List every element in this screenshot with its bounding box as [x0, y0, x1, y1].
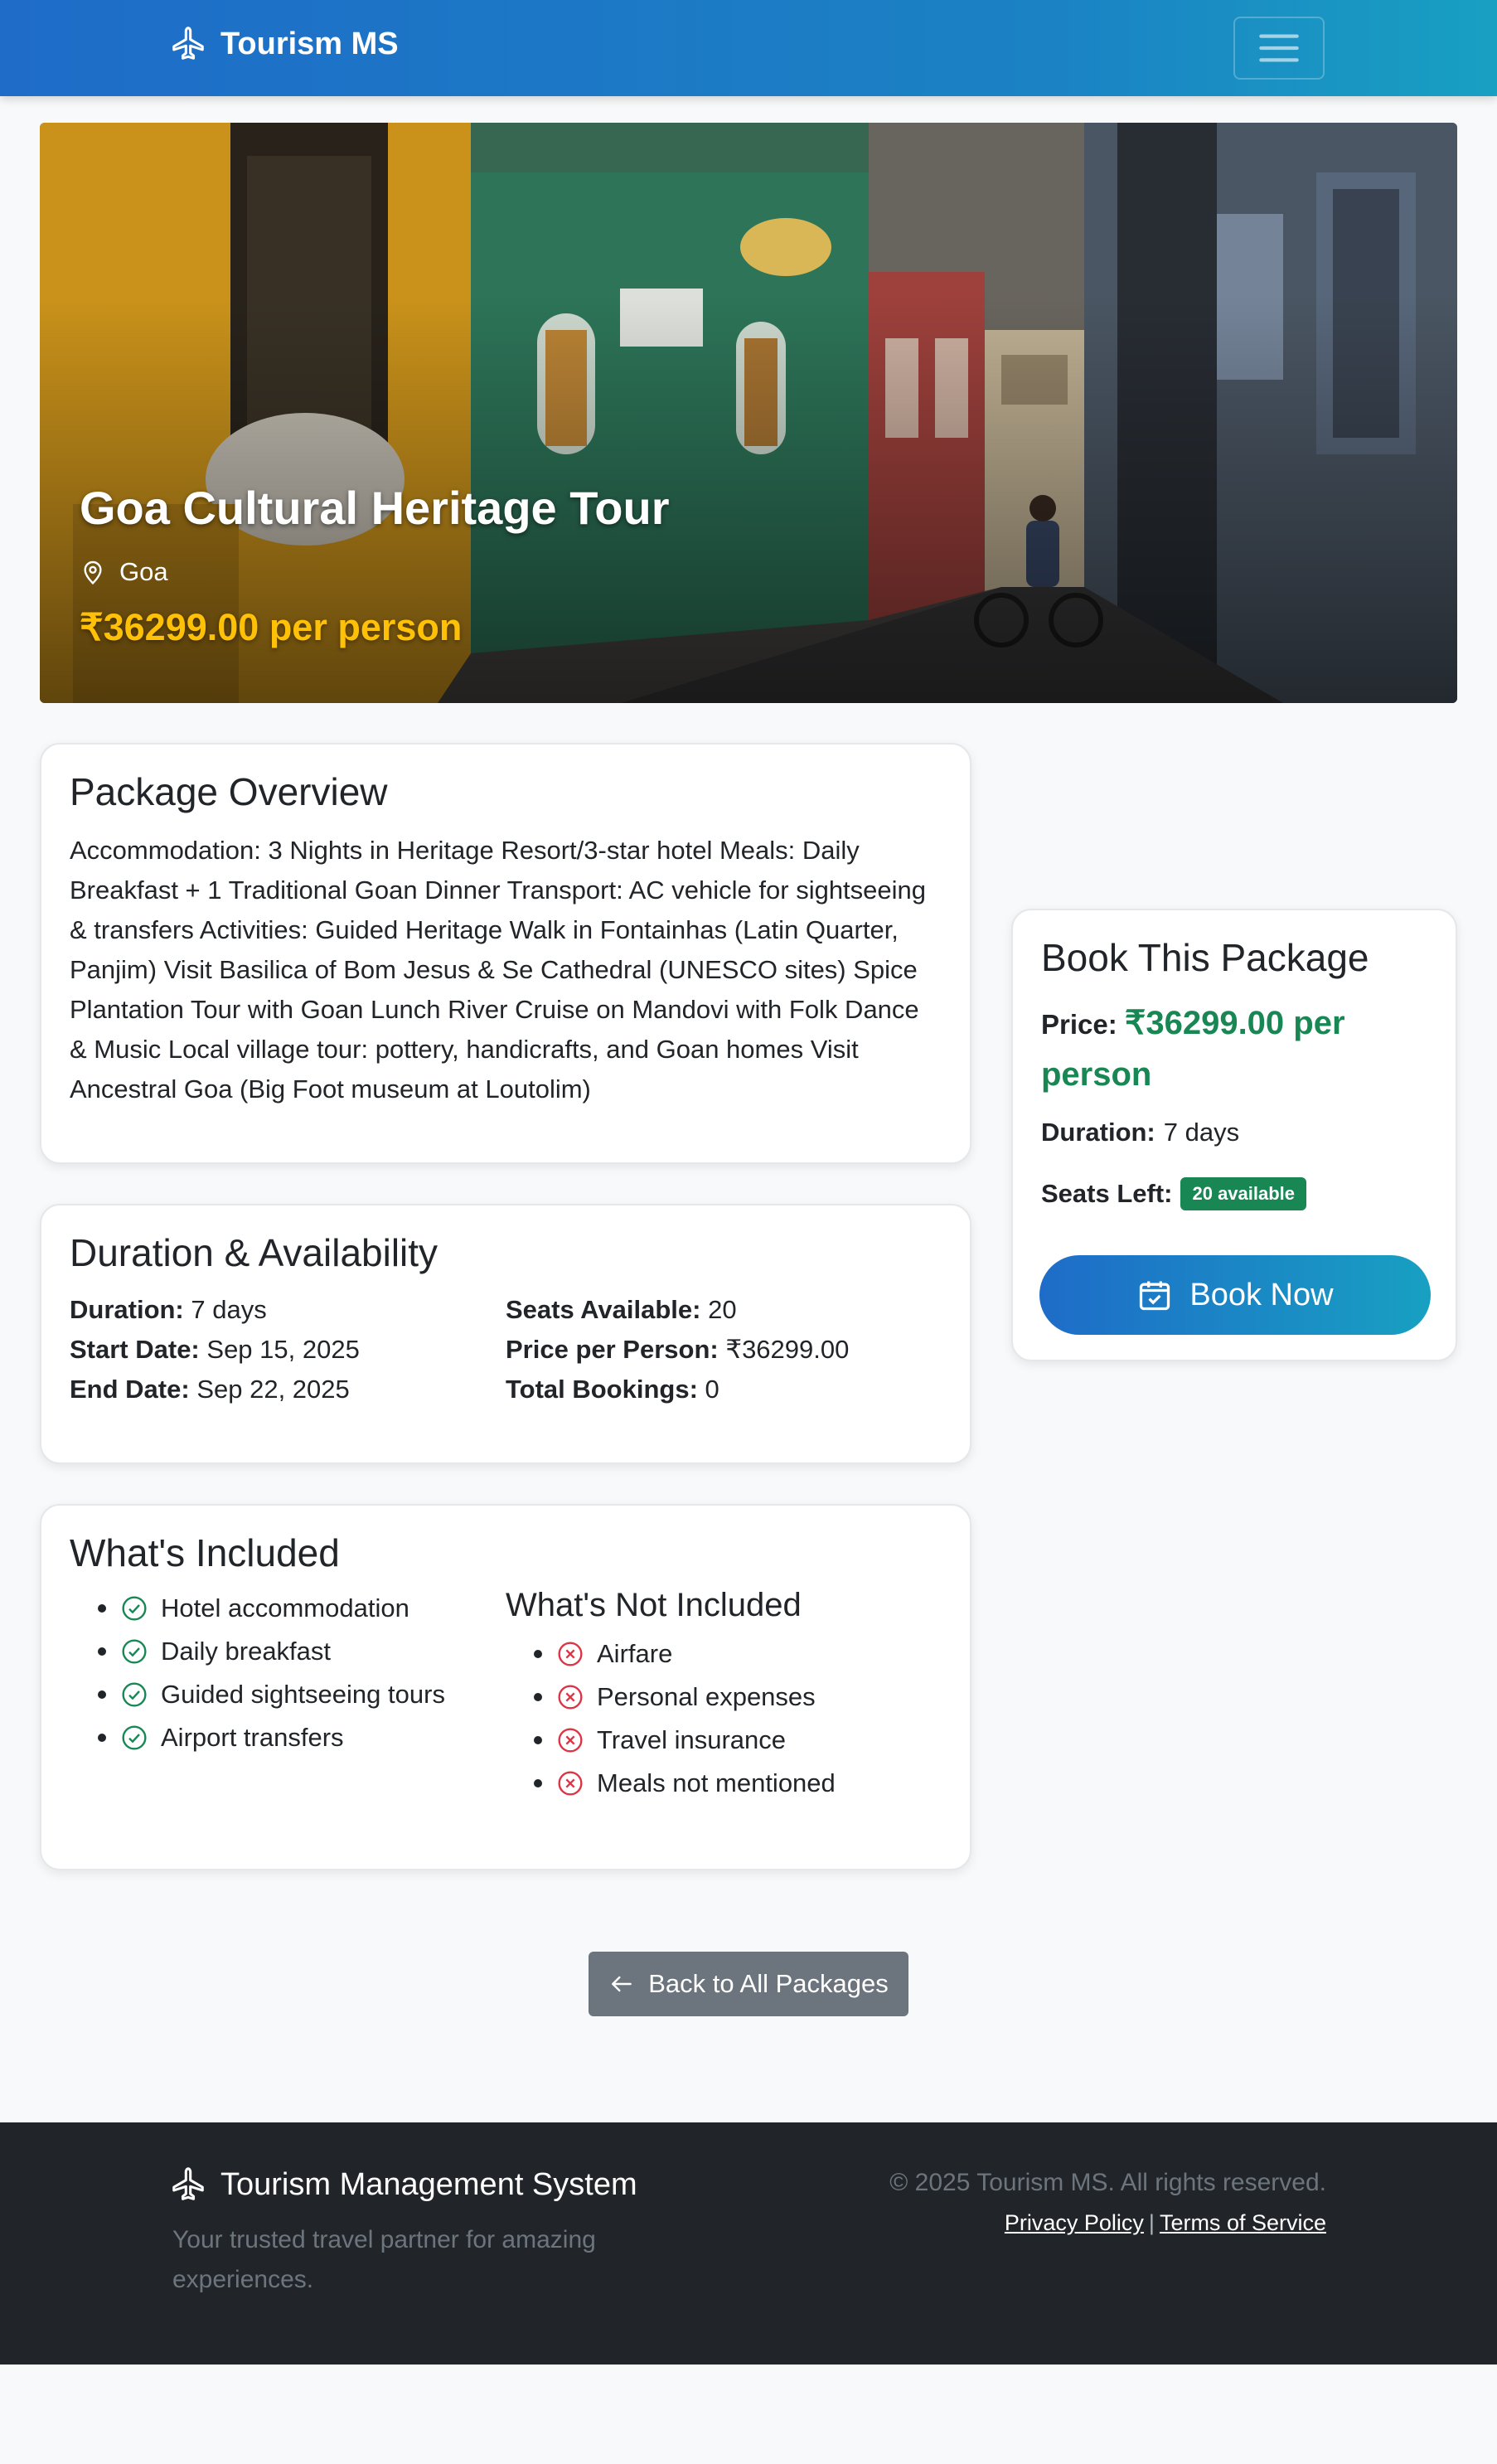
menu-toggle-button[interactable] — [1233, 17, 1325, 80]
airplane-icon — [172, 2167, 204, 2200]
overview-heading: Package Overview — [70, 770, 388, 813]
check-circle-icon — [122, 1682, 147, 1707]
booking-heading: Book This Package — [1041, 936, 1369, 979]
privacy-policy-link[interactable]: Privacy Policy — [1005, 2210, 1144, 2235]
included-column: What's Included Hotel accommodation Dail… — [70, 1530, 506, 1805]
list-item: Hotel accommodation — [98, 1587, 506, 1630]
list-item: Daily breakfast — [98, 1630, 506, 1673]
x-circle-icon — [558, 1771, 583, 1796]
terms-of-service-link[interactable]: Terms of Service — [1160, 2210, 1326, 2235]
not-included-list: Airfare Personal expenses Travel insuran… — [506, 1632, 942, 1805]
overview-text: Accommodation: 3 Nights in Heritage Reso… — [70, 836, 927, 1103]
hero-banner: Goa Cultural Heritage Tour Goa ₹36299.00… — [40, 123, 1457, 703]
location-text: Goa — [119, 557, 168, 586]
footer-links: Privacy Policy | Terms of Service — [1005, 2210, 1326, 2236]
booking-price: Price: ₹36299.00 per person — [1041, 1005, 1345, 1093]
included-list: Hotel accommodation Daily breakfast Guid… — [70, 1587, 506, 1759]
seats-available-row: Seats Available: 20 — [506, 1295, 737, 1324]
hero-price: ₹36299.00 per person — [80, 606, 463, 648]
footer-copyright: © 2025 Tourism MS. All rights reserved. — [889, 2169, 1326, 2196]
duration-row: Duration: 7 days — [70, 1295, 267, 1324]
list-item: Airfare — [534, 1632, 942, 1676]
total-bookings-row: Total Bookings: 0 — [506, 1375, 719, 1404]
not-included-column: What's Not Included Airfare Personal exp… — [506, 1530, 942, 1805]
included-heading: What's Included — [70, 1531, 340, 1574]
booking-seats: Seats Left: 20 available — [1041, 1177, 1427, 1210]
check-circle-icon — [122, 1725, 147, 1750]
end-date-row: End Date: Sep 22, 2025 — [70, 1375, 350, 1404]
footer-brand: Tourism Management System — [169, 2166, 637, 2204]
list-item: Personal expenses — [534, 1676, 942, 1719]
book-now-label: Book Now — [1189, 1277, 1334, 1312]
footer-link-separator: | — [1148, 2210, 1155, 2235]
brand-name: Tourism MS — [220, 26, 399, 61]
footer: Tourism Management System Your trusted t… — [0, 2122, 1497, 2365]
check-circle-icon — [122, 1596, 147, 1621]
not-included-heading: What's Not Included — [506, 1587, 802, 1623]
check-circle-icon — [122, 1639, 147, 1664]
list-item: Meals not mentioned — [534, 1762, 942, 1805]
navbar: Tourism MS — [0, 0, 1497, 96]
back-label: Back to All Packages — [648, 1969, 889, 1998]
x-circle-icon — [558, 1728, 583, 1753]
booking-duration: Duration: 7 days — [1041, 1118, 1240, 1147]
calendar-check-icon — [1140, 1281, 1170, 1311]
list-item: Guided sightseeing tours — [98, 1673, 506, 1716]
book-now-button[interactable]: Book Now — [1039, 1255, 1431, 1335]
x-circle-icon — [558, 1642, 583, 1666]
start-date-row: Start Date: Sep 15, 2025 — [70, 1335, 360, 1364]
package-title: Goa Cultural Heritage Tour — [80, 482, 670, 534]
availability-card: Duration & Availability Duration: 7 days… — [40, 1204, 971, 1464]
footer-tagline: Your trusted travel partner for amazing … — [172, 2226, 596, 2293]
x-circle-icon — [558, 1685, 583, 1710]
list-item: Airport transfers — [98, 1716, 506, 1759]
seats-badge: 20 available — [1180, 1177, 1307, 1210]
arrow-left-icon — [612, 1976, 632, 1992]
inclusions-card: What's Included Hotel accommodation Dail… — [40, 1504, 971, 1870]
list-item: Travel insurance — [534, 1719, 942, 1762]
hamburger-icon — [1259, 34, 1299, 62]
booking-card: Book This Package Price: ₹36299.00 per p… — [1011, 909, 1457, 1361]
back-to-packages-button[interactable]: Back to All Packages — [589, 1952, 908, 2016]
brand-link[interactable]: Tourism MS — [169, 25, 399, 63]
location-pin-icon — [84, 560, 102, 584]
package-location: Goa — [80, 557, 168, 587]
availability-right-column: Seats Available: 20 Price per Person: ₹3… — [506, 1290, 942, 1409]
airplane-icon — [172, 27, 204, 60]
price-per-person-row: Price per Person: ₹36299.00 — [506, 1335, 850, 1364]
availability-left-column: Duration: 7 days Start Date: Sep 15, 202… — [70, 1290, 506, 1409]
overview-card: Package Overview Accommodation: 3 Nights… — [40, 743, 971, 1164]
availability-heading: Duration & Availability — [70, 1231, 438, 1274]
footer-brand-name: Tourism Management System — [220, 2166, 637, 2202]
